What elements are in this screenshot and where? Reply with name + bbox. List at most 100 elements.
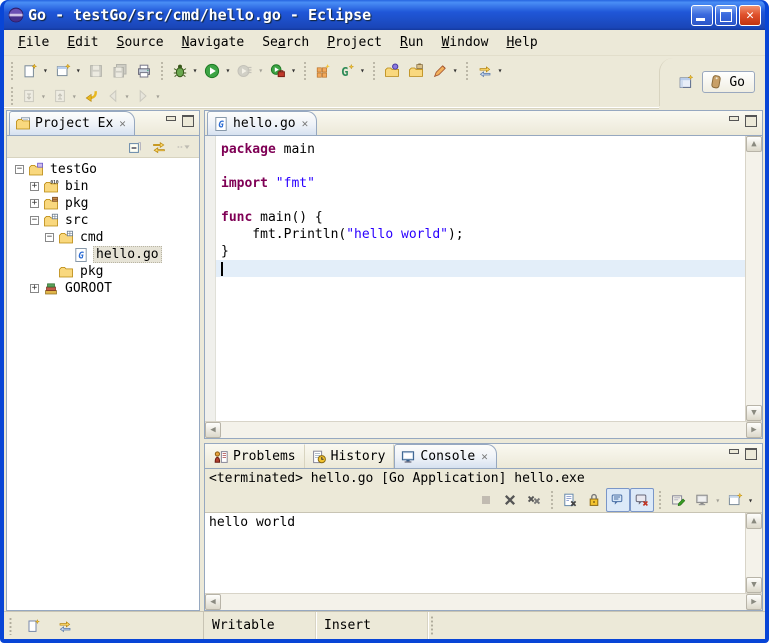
tree-item-testGo[interactable]: −testGo bbox=[7, 161, 199, 178]
open-console-button-dropdown[interactable]: ▾ bbox=[747, 496, 756, 505]
terminate-button[interactable] bbox=[474, 488, 498, 512]
tree-expander-icon[interactable]: + bbox=[30, 284, 39, 293]
forward-button-dropdown[interactable]: ▾ bbox=[154, 92, 163, 101]
menu-search[interactable]: Search bbox=[254, 32, 317, 53]
tree-expander-icon[interactable]: + bbox=[30, 199, 39, 208]
console-horizontal-scrollbar[interactable]: ◀ ▶ bbox=[205, 593, 762, 610]
display-console-button-dropdown[interactable]: ▾ bbox=[714, 496, 723, 505]
open-console-button[interactable] bbox=[723, 488, 747, 512]
tree-item-GOROOT[interactable]: +GOROOT bbox=[7, 280, 199, 297]
menu-navigate[interactable]: Navigate bbox=[174, 32, 253, 53]
prev-annotation-button[interactable] bbox=[49, 86, 71, 106]
new-view-button[interactable] bbox=[51, 59, 75, 83]
save-button[interactable] bbox=[84, 59, 108, 83]
last-edit-location-button[interactable] bbox=[80, 86, 102, 106]
menu-help[interactable]: Help bbox=[498, 32, 545, 53]
close-editor-icon[interactable]: ✕ bbox=[300, 117, 309, 130]
scroll-right-icon[interactable]: ▶ bbox=[746, 422, 762, 438]
tree-item-bin[interactable]: +010bin bbox=[7, 178, 199, 195]
new-go-element-button-dropdown[interactable]: ▾ bbox=[359, 66, 368, 75]
tab-problems[interactable]: Problems bbox=[207, 444, 305, 468]
menu-file[interactable]: File bbox=[10, 32, 57, 53]
fast-view-button[interactable] bbox=[21, 614, 45, 638]
scroll-down-icon[interactable]: ▼ bbox=[746, 405, 762, 421]
import-button[interactable] bbox=[380, 59, 404, 83]
tree-expander-icon[interactable]: + bbox=[30, 182, 39, 191]
fastview-link-button[interactable] bbox=[53, 614, 77, 638]
console-vertical-scrollbar[interactable]: ▲ ▼ bbox=[745, 513, 762, 593]
menu-window[interactable]: Window bbox=[433, 32, 496, 53]
editor-horizontal-scrollbar[interactable]: ◀ ▶ bbox=[205, 421, 762, 438]
scroll-left-icon[interactable]: ◀ bbox=[205, 594, 221, 610]
show-stdout-button[interactable] bbox=[606, 488, 630, 512]
debug-button[interactable] bbox=[168, 59, 192, 83]
clear-console-button[interactable] bbox=[558, 488, 582, 512]
search-button-dropdown[interactable]: ▾ bbox=[452, 66, 461, 75]
forward-button[interactable] bbox=[132, 86, 154, 106]
back-button-dropdown[interactable]: ▾ bbox=[124, 92, 133, 101]
external-tools-button[interactable] bbox=[266, 59, 290, 83]
minimize-view-button[interactable] bbox=[165, 115, 176, 125]
run-history-button-dropdown[interactable]: ▾ bbox=[257, 66, 266, 75]
tree-item-pkg[interactable]: +pkg bbox=[7, 195, 199, 212]
scroll-lock-button[interactable] bbox=[582, 488, 606, 512]
tree-item-hello.go[interactable]: Ghello.go bbox=[7, 246, 199, 263]
new-wizard-button[interactable] bbox=[18, 59, 42, 83]
scroll-up-icon[interactable]: ▲ bbox=[746, 136, 762, 152]
search-button[interactable] bbox=[428, 59, 452, 83]
scroll-down-icon[interactable]: ▼ bbox=[746, 577, 762, 593]
run-button[interactable] bbox=[200, 59, 224, 83]
collapse-all-button[interactable] bbox=[123, 135, 147, 159]
tree-expander-icon[interactable]: − bbox=[30, 216, 39, 225]
display-console-button[interactable] bbox=[690, 488, 714, 512]
new-view-button-dropdown[interactable]: ▾ bbox=[75, 66, 84, 75]
link-with-editor-button[interactable] bbox=[473, 59, 497, 83]
menu-source[interactable]: Source bbox=[109, 32, 172, 53]
tree-item-cmd[interactable]: −cmd bbox=[7, 229, 199, 246]
tab-console[interactable]: Console✕ bbox=[394, 444, 496, 468]
new-go-element-button[interactable]: G bbox=[335, 59, 359, 83]
close-view-icon[interactable]: ✕ bbox=[117, 117, 126, 130]
menu-project[interactable]: Project bbox=[319, 32, 390, 53]
run-history-button[interactable] bbox=[233, 59, 257, 83]
close-button[interactable] bbox=[739, 5, 761, 26]
remove-all-launches-button[interactable] bbox=[522, 488, 546, 512]
maximize-view-button[interactable] bbox=[745, 448, 756, 458]
tree-expander-icon[interactable]: − bbox=[15, 165, 24, 174]
close-view-icon[interactable]: ✕ bbox=[479, 450, 488, 463]
minimize-view-button[interactable] bbox=[728, 448, 739, 458]
fastview-grip[interactable] bbox=[8, 617, 13, 635]
next-annotation-button[interactable] bbox=[18, 86, 40, 106]
external-tools-button-dropdown[interactable]: ▾ bbox=[290, 66, 299, 75]
debug-button-dropdown[interactable]: ▾ bbox=[192, 66, 201, 75]
show-stderr-button[interactable] bbox=[630, 488, 654, 512]
code-editor[interactable]: package main import "fmt" func main() { … bbox=[216, 136, 745, 421]
run-button-dropdown[interactable]: ▾ bbox=[224, 66, 233, 75]
new-go-project-button[interactable] bbox=[311, 59, 335, 83]
minimize-editor-button[interactable] bbox=[728, 115, 739, 125]
tab-history[interactable]: History bbox=[305, 444, 395, 468]
pin-console-button[interactable] bbox=[666, 488, 690, 512]
tab-project-explorer[interactable]: Project Ex ✕ bbox=[9, 111, 135, 135]
save-all-button[interactable] bbox=[108, 59, 132, 83]
next-annotation-button-dropdown[interactable]: ▾ bbox=[40, 92, 49, 101]
tree-expander-icon[interactable]: − bbox=[45, 233, 54, 242]
link-editor-button[interactable] bbox=[147, 135, 171, 159]
editor-vertical-scrollbar[interactable]: ▲ ▼ bbox=[745, 136, 762, 421]
scroll-up-icon[interactable]: ▲ bbox=[746, 513, 762, 529]
minimize-button[interactable] bbox=[691, 5, 713, 26]
title-bar[interactable]: Go - testGo/src/cmd/hello.go - Eclipse bbox=[4, 0, 765, 30]
maximize-editor-button[interactable] bbox=[745, 115, 756, 125]
link-with-editor-button-dropdown[interactable]: ▾ bbox=[497, 66, 506, 75]
menu-run[interactable]: Run bbox=[392, 32, 431, 53]
maximize-view-button[interactable] bbox=[182, 115, 193, 125]
prev-annotation-button-dropdown[interactable]: ▾ bbox=[71, 92, 80, 101]
view-menu-button[interactable] bbox=[171, 135, 195, 159]
open-perspective-button[interactable] bbox=[674, 70, 698, 94]
go-perspective-button[interactable]: Go bbox=[702, 71, 755, 93]
new-wizard-button-dropdown[interactable]: ▾ bbox=[42, 66, 51, 75]
tree-item-pkg[interactable]: pkg bbox=[7, 263, 199, 280]
scroll-right-icon[interactable]: ▶ bbox=[746, 594, 762, 610]
print-button[interactable] bbox=[132, 59, 156, 83]
export-button[interactable] bbox=[404, 59, 428, 83]
